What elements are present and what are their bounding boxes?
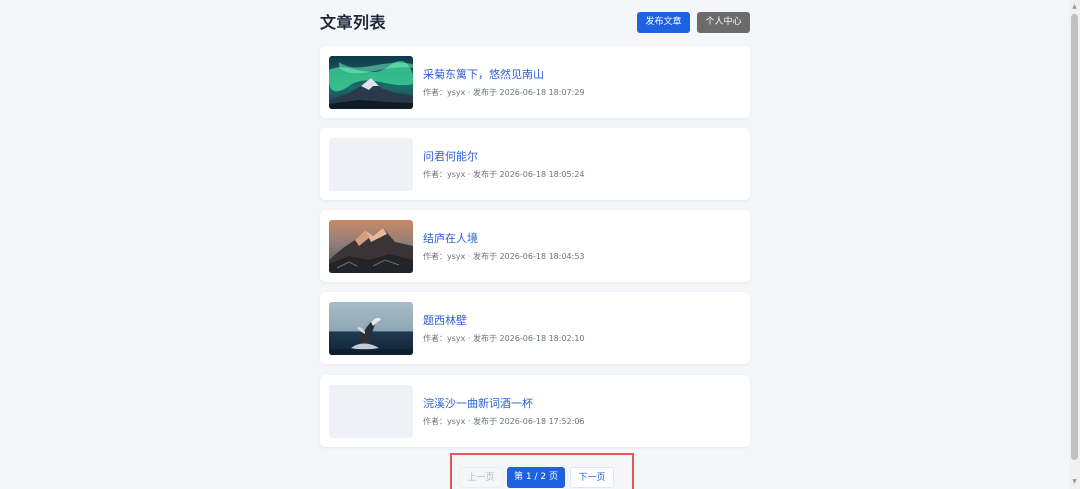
article-meta: 作者：ysyx · 发布于 2026-06-18 18:04:53 [423,252,585,261]
scrollbar-thumb[interactable] [1071,14,1078,460]
empty-placeholder [329,138,413,191]
article-meta: 作者：ysyx · 发布于 2026-06-18 18:05:24 [423,170,585,179]
article-card[interactable]: 采菊东篱下，悠然见南山 作者：ysyx · 发布于 2026-06-18 18:… [320,46,750,118]
header: 文章列表 发布文章 个人中心 [320,12,750,34]
publish-article-button[interactable]: 发布文章 [637,12,690,33]
article-title-link[interactable]: 结庐在人境 [423,231,478,247]
article-meta: 作者：ysyx · 发布于 2026-06-18 17:52:06 [423,417,585,426]
article-card[interactable]: 结庐在人境 作者：ysyx · 发布于 2026-06-18 18:04:53 [320,210,750,282]
aurora-mountain-image[interactable] [329,56,413,109]
article-title-link[interactable]: 问君何能尔 [423,149,478,165]
article-card[interactable]: 问君何能尔 作者：ysyx · 发布于 2026-06-18 18:05:24 [320,128,750,200]
previous-page-button[interactable]: 上一页 [459,467,503,488]
page-title: 文章列表 [320,13,387,32]
article-card[interactable]: 题西林壁 作者：ysyx · 发布于 2026-06-18 18:02:10 [320,292,750,364]
profile-center-button[interactable]: 个人中心 [697,12,750,33]
page: 文章列表 发布文章 个人中心 采菊东篱下，悠然见南山 作者：ysyx · 发布于… [0,0,1080,489]
article-card[interactable]: 浣溪沙一曲新词酒一杯 作者：ysyx · 发布于 2026-06-18 17:5… [320,375,750,447]
article-title-link[interactable]: 采菊东篱下，悠然见南山 [423,67,544,83]
rocky-mountain-image[interactable] [329,220,413,273]
next-page-button[interactable]: 下一页 [570,467,614,488]
scroll-up-arrow-icon[interactable]: ▲ [1069,2,1080,12]
vertical-scrollbar[interactable]: ▲ ▼ [1069,0,1080,489]
article-meta: 作者：ysyx · 发布于 2026-06-18 18:07:29 [423,88,585,97]
article-meta: 作者：ysyx · 发布于 2026-06-18 18:02:10 [423,334,585,343]
whale-breach-image[interactable] [329,302,413,355]
article-title-link[interactable]: 浣溪沙一曲新词酒一杯 [423,396,533,412]
article-title-link[interactable]: 题西林壁 [423,313,467,329]
current-page-indicator: 第 1 / 2 页 [507,467,565,488]
empty-placeholder [329,385,413,438]
pagination: 上一页 第 1 / 2 页 下一页 [450,453,634,489]
scroll-down-arrow-icon[interactable]: ▼ [1069,477,1080,487]
